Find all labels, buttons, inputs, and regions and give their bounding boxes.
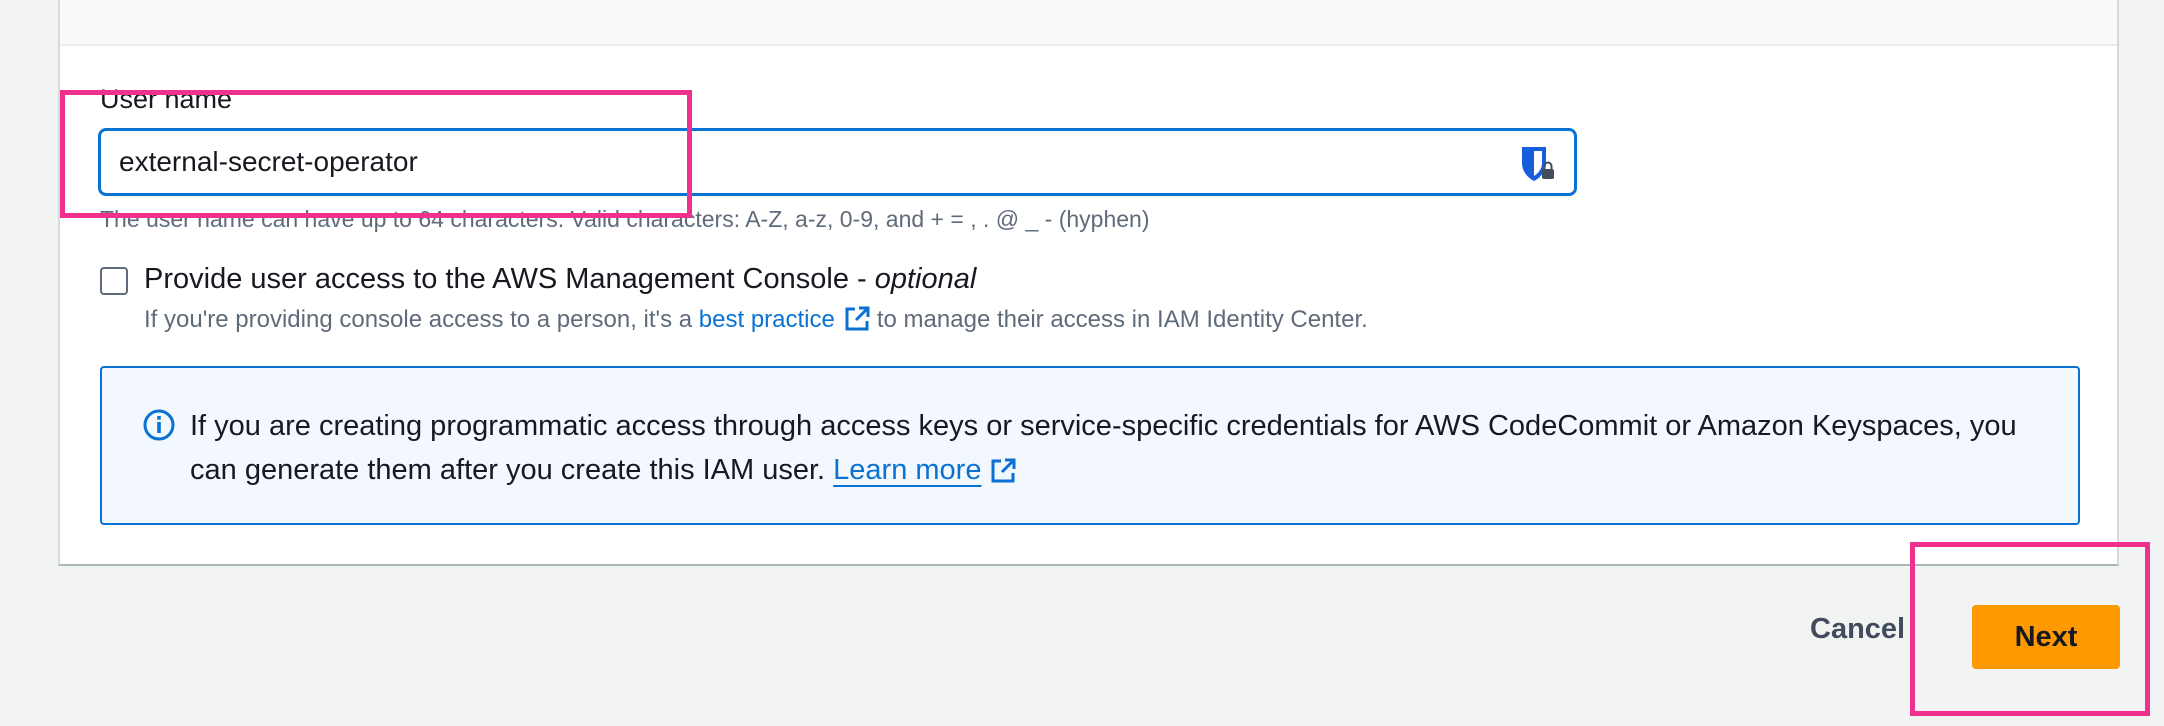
best-practice-link[interactable]: best practice — [699, 306, 835, 333]
optional-tag: optional — [874, 263, 977, 295]
info-alert-message: If you are creating programmatic access … — [190, 410, 2017, 486]
info-alert-text: If you are creating programmatic access … — [190, 404, 2050, 492]
username-constraint-text: The user name can have up to 64 characte… — [100, 206, 1150, 232]
panel-header-strip — [60, 0, 2117, 46]
username-input[interactable]: external-secret-operator — [98, 128, 1577, 196]
username-label: User name — [100, 84, 233, 114]
console-access-title: Provide user access to the AWS Managemen… — [144, 263, 875, 295]
cancel-button[interactable]: Cancel — [1810, 613, 1905, 646]
console-access-checkbox[interactable] — [100, 267, 128, 295]
external-link-icon[interactable] — [843, 305, 871, 333]
learn-more-link[interactable]: Learn more — [833, 454, 981, 486]
next-button[interactable]: Next — [1972, 605, 2120, 669]
console-access-description: If you're providing console access to a … — [144, 305, 1368, 334]
username-input-value[interactable]: external-secret-operator — [119, 131, 418, 193]
info-icon — [143, 409, 175, 441]
password-manager-icon[interactable] — [1518, 143, 1558, 183]
external-link-icon[interactable] — [989, 457, 1017, 485]
console-access-desc-before: If you're providing console access to a … — [144, 306, 699, 333]
console-access-label[interactable]: Provide user access to the AWS Managemen… — [144, 263, 976, 296]
console-access-desc-after: to manage their access in IAM Identity C… — [876, 306, 1368, 333]
info-alert: If you are creating programmatic access … — [100, 366, 2080, 525]
